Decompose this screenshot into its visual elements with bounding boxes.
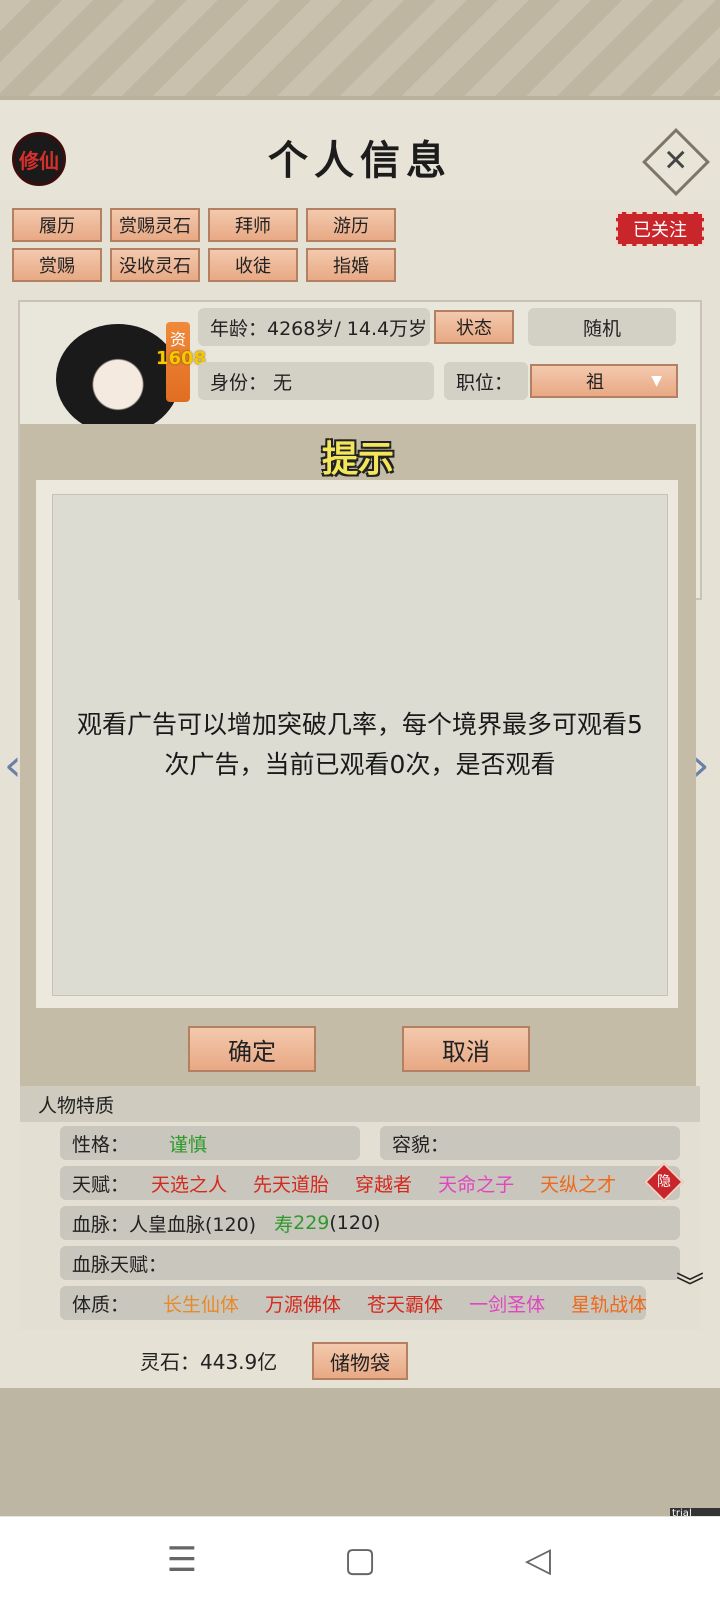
talent-tag[interactable]: 穿越者	[355, 1170, 412, 1197]
character-avatar[interactable]	[56, 324, 180, 434]
bloodline-label: 血脉：人皇血脉(120)	[72, 1213, 257, 1236]
top-decoration	[0, 0, 720, 100]
cancel-button[interactable]: 取消	[402, 1026, 530, 1072]
arrange-marriage-button[interactable]: 指婚	[306, 248, 396, 282]
home-icon[interactable]: ▢	[340, 1540, 380, 1580]
dialog-title: 提示	[321, 439, 394, 480]
storage-bag-button[interactable]: 储物袋	[312, 1342, 408, 1380]
status-button[interactable]: 状态	[434, 310, 514, 344]
physique-label: 体质：	[72, 1293, 130, 1316]
physique-tag[interactable]: 星轨战体	[571, 1290, 646, 1317]
confirm-button[interactable]: 确定	[188, 1026, 316, 1072]
followed-badge[interactable]: 已关注	[616, 212, 704, 246]
talent-row: 天赋： 天选之人 先天道胎 穿越者 天命之子 天纵之才	[60, 1166, 680, 1200]
position-select[interactable]: 祖 ▼	[530, 364, 678, 398]
bottom-decoration	[0, 1388, 720, 1516]
chevron-down-icon: ▼	[651, 373, 662, 389]
accept-disciple-button[interactable]: 收徒	[208, 248, 298, 282]
previous-arrow-icon[interactable]: ‹	[4, 740, 22, 791]
physique-tag[interactable]: 一剑圣体	[469, 1290, 545, 1317]
appearance-label: 容貌：	[392, 1133, 450, 1156]
history-button[interactable]: 履历	[12, 208, 102, 242]
bloodline-life-prefix: 寿	[274, 1213, 294, 1236]
spirit-stone-amount: 灵石：443.9亿	[140, 1350, 278, 1374]
personality-label: 性格：	[72, 1133, 130, 1156]
page-title: 个人信息	[268, 137, 452, 184]
physique-tag[interactable]: 万源佛体	[265, 1290, 341, 1317]
appearance-row: 容貌：	[380, 1126, 680, 1160]
hidden-label: 隐	[657, 1174, 671, 1190]
position-label: 职位：	[444, 362, 528, 400]
reward-spirit-stone-button[interactable]: 赏赐灵石	[110, 208, 200, 242]
bloodline-row: 血脉：人皇血脉(120) 寿 229 (120)	[60, 1206, 680, 1240]
position-value: 祖	[586, 372, 604, 393]
close-icon: ✕	[663, 143, 689, 179]
talent-tag[interactable]: 天命之子	[438, 1170, 514, 1197]
dialog-message: 观看广告可以增加突破几率，每个境界最多可观看5次广告，当前已观看0次，是否观看	[52, 494, 668, 996]
back-icon[interactable]: ◁	[518, 1540, 558, 1580]
bloodline-life-suffix: (120)	[329, 1212, 381, 1234]
bloodline-talent-label: 血脉天赋：	[72, 1253, 168, 1276]
identity-field: 身份： 无	[198, 362, 434, 400]
confiscate-spirit-stone-button[interactable]: 没收灵石	[110, 248, 200, 282]
physique-tag[interactable]: 长生仙体	[163, 1290, 239, 1317]
bloodline-life-value: 229	[293, 1212, 330, 1234]
talent-tag[interactable]: 先天道胎	[253, 1170, 329, 1197]
physique-row: 体质： 长生仙体 万源佛体 苍天霸体 一剑圣体 星轨战体	[60, 1286, 646, 1320]
reward-button[interactable]: 赏赐	[12, 248, 102, 282]
personality-value: 谨慎	[169, 1133, 208, 1156]
random-button[interactable]: 随机	[528, 308, 676, 346]
expand-double-chevron-icon[interactable]: ︾	[676, 1273, 704, 1301]
travel-button[interactable]: 游历	[306, 208, 396, 242]
become-disciple-button[interactable]: 拜师	[208, 208, 298, 242]
talent-tag[interactable]: 天纵之才	[540, 1170, 616, 1197]
menu-icon[interactable]: ☰	[162, 1540, 202, 1580]
bloodline-talent-row: 血脉天赋：	[60, 1246, 680, 1280]
age-field: 年龄：4268岁/ 14.4万岁	[198, 308, 430, 346]
talent-label: 天赋：	[72, 1173, 130, 1196]
personality-row: 性格： 谨慎	[60, 1126, 360, 1160]
talent-tag[interactable]: 天选之人	[151, 1170, 227, 1197]
traits-header: 人物特质	[20, 1086, 700, 1122]
physique-tag[interactable]: 苍天霸体	[367, 1290, 443, 1317]
